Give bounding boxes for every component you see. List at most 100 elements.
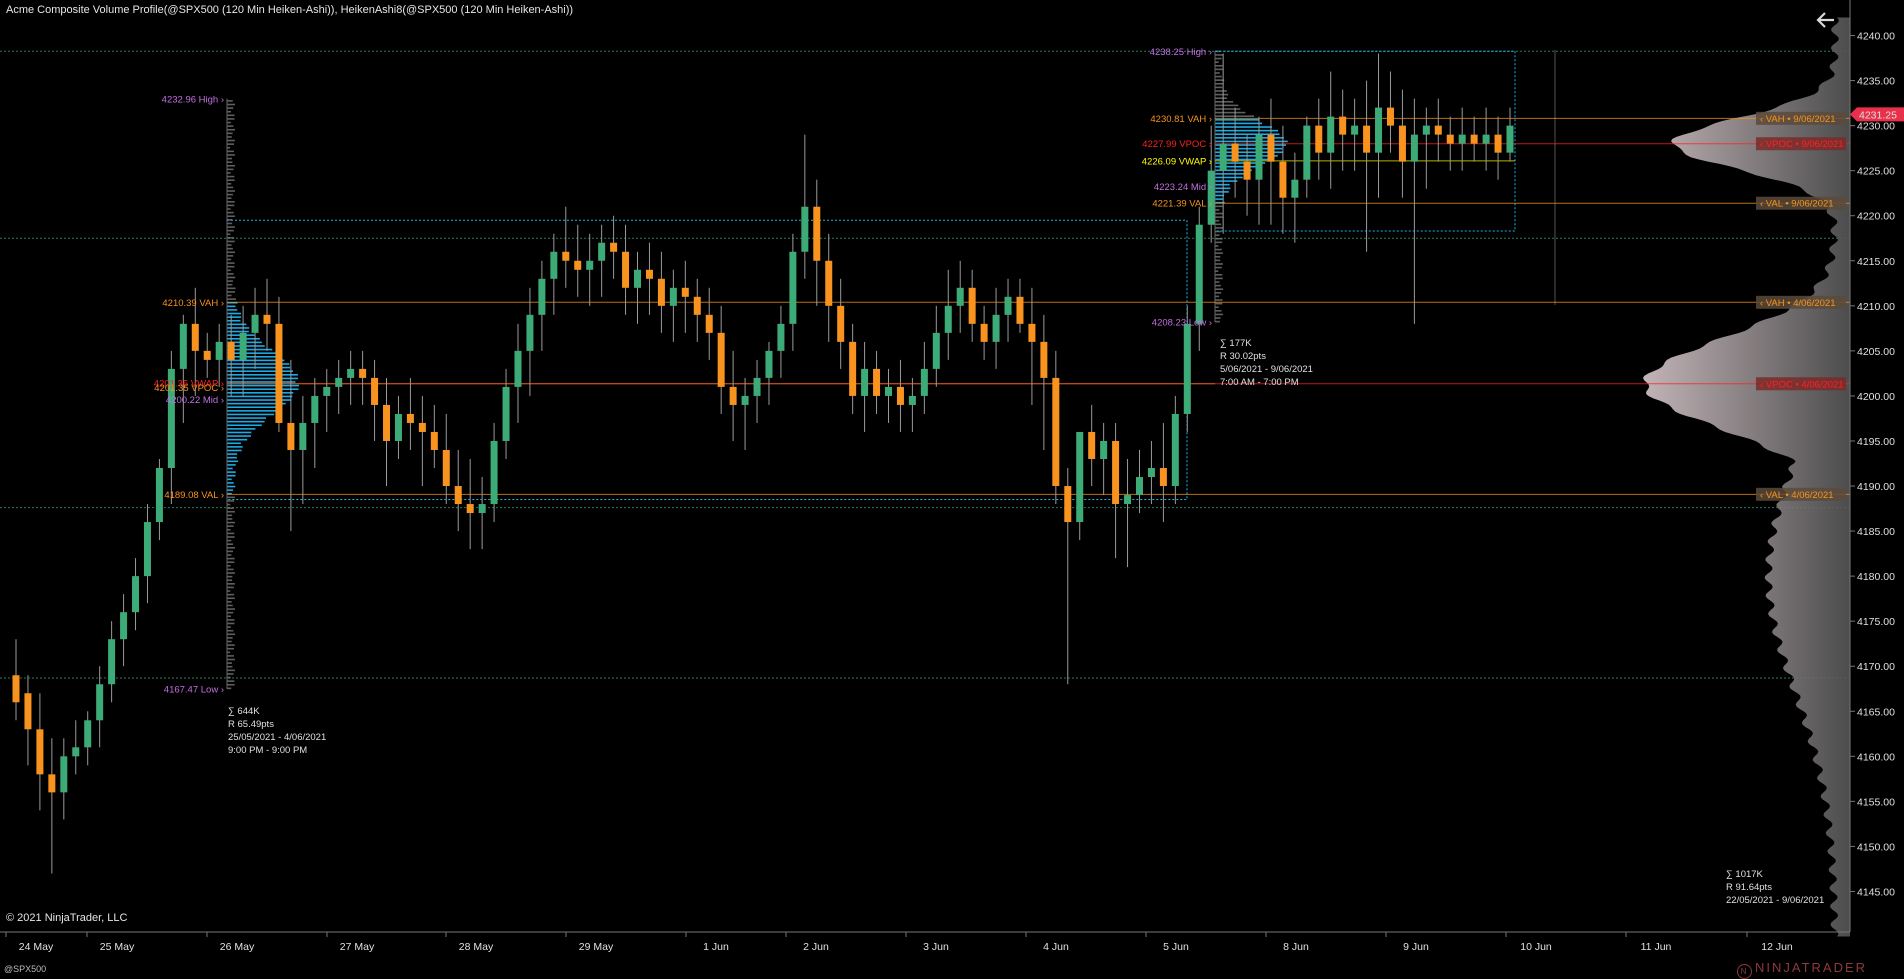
time-axis: 24 May 25 May 26 May 27 May 28 May 29 May 1 Ju… (0, 931, 1850, 953)
profile-row (227, 521, 235, 524)
level-label: 4230.81 VAH › (1150, 114, 1212, 125)
profile-level-lines (226, 50, 1850, 689)
profile-row (227, 114, 235, 117)
profile-row (1215, 140, 1288, 143)
candle-bear (227, 341, 235, 360)
profile-row (1215, 237, 1223, 240)
profile-row (1215, 219, 1220, 222)
profile-row (227, 370, 294, 372)
profile-stat-right: R 30.02pts (1220, 351, 1266, 362)
ninjatrader-logo: N NINJATRADER (1737, 960, 1867, 979)
candle-bear (454, 486, 462, 505)
arrow-left-icon[interactable] (1814, 8, 1838, 32)
candle-bull (323, 386, 331, 396)
candle-bull (526, 314, 534, 351)
price-tick-label: 4160.00 (1857, 751, 1895, 763)
profile-row (227, 305, 236, 308)
profile-row (227, 143, 235, 145)
profile-row (1215, 180, 1238, 182)
profile-row (227, 413, 275, 416)
price-tick-label: 4175.00 (1857, 616, 1895, 628)
profile-row (227, 172, 231, 174)
profile-row (227, 204, 235, 207)
profile-row (227, 211, 234, 214)
profile-row (227, 283, 233, 286)
profile-row (1215, 241, 1223, 244)
time-tick-label: 11 Jun (1641, 941, 1672, 953)
profile-row (1215, 277, 1223, 280)
time-tick-label: 5 Jun (1163, 941, 1189, 953)
profile-row (1215, 302, 1223, 305)
candle-bear (371, 377, 379, 405)
candle-bull (1171, 413, 1179, 487)
profile-row (227, 500, 235, 502)
profile-row (1215, 82, 1223, 85)
profile-row (227, 265, 235, 268)
profile-row (227, 287, 236, 290)
level-label: 4167.47 Low › (164, 685, 224, 696)
candle-bull (132, 576, 140, 613)
candle-bear (36, 729, 44, 775)
candle-bull (299, 422, 307, 450)
profile-row (227, 453, 238, 455)
profile-row (227, 298, 237, 300)
composite-tag-text: ‹ VAL • 9/06/2021 (1760, 199, 1834, 210)
candle-bear (849, 341, 857, 396)
profile-row (227, 687, 232, 690)
profile-row (227, 456, 237, 459)
price-tick-label: 4210.00 (1857, 301, 1895, 313)
candle-bull (514, 350, 522, 387)
profile-row (1215, 68, 1223, 71)
price-tick-label: 4165.00 (1857, 706, 1895, 718)
profile-row (227, 294, 232, 297)
candle-bull (1195, 224, 1203, 324)
profile-row (227, 201, 235, 203)
profile-row (1215, 90, 1227, 92)
candle-bull (1076, 431, 1084, 523)
profile-row (227, 546, 236, 549)
time-tick-label: 27 May (340, 941, 375, 953)
profile-row (227, 619, 235, 621)
profile-row (227, 647, 235, 650)
candle-bull (60, 756, 68, 793)
profile-row (1215, 234, 1220, 236)
price-axis: 4145.00 4150.00 4155.00 4160.00 4165.00 4170.… (1849, 0, 1904, 932)
profile-row (1215, 252, 1223, 254)
candle-bear (657, 278, 665, 306)
level-label: 4208.23 Low › (1152, 317, 1212, 328)
profile-row (227, 438, 248, 441)
chart-canvas[interactable]: 4232.96 High ›4210.39 VAH ›4201.35 VWAP … (0, 0, 1904, 979)
profile-row (227, 662, 232, 664)
profile-row (1215, 306, 1219, 309)
profile-row (227, 583, 235, 585)
composite-tag-text: ‹ VAH • 9/06/2021 (1760, 114, 1836, 125)
price-tick-label: 4190.00 (1857, 481, 1895, 493)
level-label: 4223.24 Mid › (1154, 182, 1212, 193)
price-tick-label: 4170.00 (1857, 661, 1895, 673)
profile-row (227, 597, 235, 600)
candle-bull (932, 332, 940, 369)
profile-row (227, 565, 231, 567)
candle-bull (669, 287, 677, 306)
profile-row (227, 446, 243, 448)
profile-row (1215, 223, 1222, 226)
candle-bear (873, 368, 881, 396)
candle-bull (753, 377, 761, 396)
profile-row (227, 629, 234, 632)
profile-row (227, 190, 235, 192)
candle-bull (1135, 477, 1143, 496)
chart-title: Acme Composite Volume Profile(@SPX500 (1… (6, 4, 574, 16)
profile-row (227, 460, 239, 463)
profile-row (227, 197, 232, 200)
candle-bull (1291, 179, 1299, 198)
time-tick-label: 1 Jun (703, 941, 729, 953)
candle-bull (1506, 125, 1514, 153)
profile-row (1215, 263, 1223, 265)
time-tick-label: 9 Jun (1403, 941, 1429, 953)
profile-row (227, 622, 235, 625)
profile-row (227, 633, 235, 636)
candle-bear (406, 413, 414, 423)
candle-bear (1470, 134, 1478, 144)
candle-bear (1112, 440, 1120, 505)
composite-stat: ∑ 1017K (1726, 869, 1764, 880)
